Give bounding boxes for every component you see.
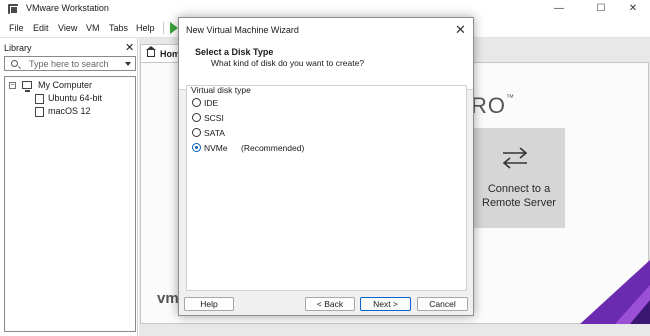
library-search-input[interactable]: Type here to search xyxy=(4,56,136,71)
step-subtitle: What kind of disk do you want to create? xyxy=(211,58,365,68)
dialog-titlebar: New Virtual Machine Wizard ✕ xyxy=(179,18,473,42)
search-placeholder: Type here to search xyxy=(29,59,109,69)
radio-button[interactable] xyxy=(192,98,201,107)
swap-arrows-icon xyxy=(502,147,528,169)
radio-label: SCSI xyxy=(204,113,224,123)
vmware-app-icon xyxy=(8,4,18,14)
radio-sata[interactable]: SATA xyxy=(192,127,252,139)
remote-card-line1: Connect to a xyxy=(487,183,551,195)
radio-scsi[interactable]: SCSI xyxy=(192,112,252,124)
radio-button[interactable] xyxy=(192,113,201,122)
tree-label: My Computer xyxy=(38,80,93,90)
help-button[interactable]: Help xyxy=(184,297,234,311)
radio-label: IDE xyxy=(204,98,219,108)
maximize-button[interactable]: ☐ xyxy=(588,0,614,18)
tree-label: macOS 12 xyxy=(48,106,91,116)
menu-edit[interactable]: Edit xyxy=(33,23,49,33)
window-titlebar: VMware Workstation — ☐ ✕ xyxy=(0,0,650,18)
home-icon xyxy=(146,46,156,57)
vm-icon xyxy=(35,94,44,104)
window-title: VMware Workstation xyxy=(26,3,109,13)
pro-wordmark-text: RO xyxy=(471,93,506,118)
tab-home-label: Hom xyxy=(160,49,180,59)
search-icon xyxy=(11,60,18,67)
menu-separator xyxy=(163,22,164,34)
cancel-button[interactable]: Cancel xyxy=(417,297,468,311)
menu-help[interactable]: Help xyxy=(136,23,155,33)
tree-item-my-computer[interactable]: − My Computer xyxy=(9,80,129,92)
tree-item-vm[interactable]: macOS 12 xyxy=(35,106,135,118)
computer-icon xyxy=(22,81,32,92)
step-title: Select a Disk Type xyxy=(195,47,274,57)
next-button[interactable]: Next > xyxy=(360,297,411,311)
dialog-header: Select a Disk Type What kind of disk do … xyxy=(179,42,473,90)
radio-nvme[interactable]: NVMe (Recommended) xyxy=(192,142,332,154)
vmware-logo: vm xyxy=(157,290,179,307)
radio-ide[interactable]: IDE xyxy=(192,97,252,109)
menu-tabs[interactable]: Tabs xyxy=(109,23,128,33)
recommended-note: (Recommended) xyxy=(241,143,305,153)
menu-vm[interactable]: VM xyxy=(86,23,100,33)
dialog-title: New Virtual Machine Wizard xyxy=(186,25,299,35)
collapse-expander-icon[interactable]: − xyxy=(9,82,16,89)
connect-remote-server-button[interactable]: Connect to a Remote Server xyxy=(473,128,565,228)
menu-view[interactable]: View xyxy=(58,23,77,33)
dialog-close-icon[interactable]: ✕ xyxy=(455,22,466,38)
radio-label: SATA xyxy=(204,128,225,138)
radio-label: NVMe xyxy=(204,143,228,153)
remote-card-line2: Remote Server xyxy=(482,197,556,209)
radio-button[interactable] xyxy=(192,128,201,137)
tree-item-vm[interactable]: Ubuntu 64-bit xyxy=(35,93,135,105)
library-close-icon[interactable]: ✕ xyxy=(125,41,134,54)
menu-file[interactable]: File xyxy=(9,23,24,33)
back-button[interactable]: < Back xyxy=(305,297,355,311)
library-header: Library xyxy=(4,43,32,53)
trademark-symbol: ™ xyxy=(506,93,515,102)
status-bar xyxy=(139,324,650,336)
minimize-button[interactable]: — xyxy=(546,0,572,18)
library-tree: − My Computer Ubuntu 64-bit macOS 12 xyxy=(4,76,136,332)
vm-icon xyxy=(35,107,44,117)
power-on-play-icon[interactable] xyxy=(170,22,178,34)
library-pane: Library ✕ Type here to search − My Compu… xyxy=(0,38,138,336)
new-vm-wizard-dialog: New Virtual Machine Wizard ✕ Select a Di… xyxy=(178,17,474,316)
group-label: Virtual disk type xyxy=(191,85,251,95)
purple-decoration xyxy=(580,260,650,324)
pro-wordmark: RO™ xyxy=(471,93,515,119)
close-window-button[interactable]: ✕ xyxy=(620,0,646,18)
tree-label: Ubuntu 64-bit xyxy=(48,93,103,103)
chevron-down-icon[interactable] xyxy=(125,62,131,66)
radio-button-selected[interactable] xyxy=(192,143,201,152)
